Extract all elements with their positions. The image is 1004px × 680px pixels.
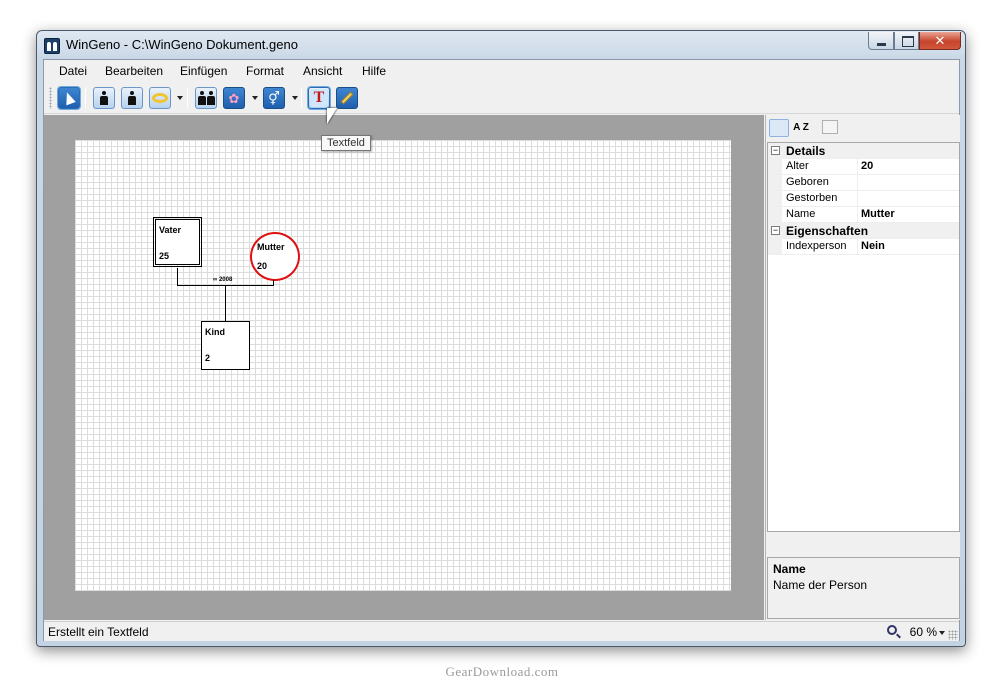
tooltip: Textfeld [321, 135, 371, 151]
marriage-label: ∞ 2008 [213, 277, 233, 283]
textfield-icon[interactable]: T [308, 87, 330, 109]
description-text: Name der Person [773, 578, 868, 592]
property-row-gestorben[interactable]: Gestorben [768, 191, 959, 207]
toolbar-grip[interactable] [49, 87, 52, 109]
child-name: Kind [205, 327, 225, 337]
category-details[interactable]: − Details [768, 143, 959, 159]
father-node[interactable]: Vater 25 [153, 217, 202, 267]
menu-bearbeiten[interactable]: Bearbeiten [105, 64, 163, 78]
property-table: − Details Alter 20 Geboren Gestorben Nam… [767, 142, 960, 532]
description-title: Name [773, 562, 806, 576]
property-grid-toolbar: A Z [766, 115, 960, 141]
zoom-level[interactable]: 60 % [910, 625, 937, 639]
drawing-sheet[interactable]: Vater 25 Mutter 20 ∞ 2008 Kind 2 [75, 140, 731, 591]
child-node[interactable]: Kind 2 [201, 321, 250, 370]
property-row-name[interactable]: Name Mutter [768, 207, 959, 223]
watermark: GearDownload.com [445, 664, 559, 679]
father-name: Vater [159, 225, 182, 235]
father-line [177, 268, 178, 285]
title-bar[interactable]: WinGeno - C:\WinGeno Dokument.geno ✕ [37, 31, 965, 59]
menu-datei[interactable]: Datei [59, 64, 87, 78]
father-age: 25 [159, 251, 170, 261]
mouse-cursor-icon [327, 108, 337, 124]
canvas-area[interactable]: Vater 25 Mutter 20 ∞ 2008 Kind 2 [44, 115, 764, 620]
toolbar-separator [187, 88, 188, 108]
window-title: WinGeno - C:\WinGeno Dokument.geno [66, 37, 298, 52]
mother-name: Mutter [257, 242, 285, 252]
property-description: Name Name der Person [767, 557, 960, 619]
status-bar: Erstellt ein Textfeld 60 % [44, 621, 959, 641]
property-grid: A Z − Details Alter 20 Geboren Gestorben… [765, 115, 960, 620]
property-pages-icon[interactable] [822, 120, 838, 134]
female-person-icon[interactable] [121, 87, 143, 109]
marriage-rings-icon[interactable] [149, 87, 171, 109]
menu-einfuegen[interactable]: Einfügen [180, 64, 227, 78]
app-icon[interactable] [44, 38, 60, 54]
categorized-view-icon[interactable] [769, 119, 789, 137]
app-window: WinGeno - C:\WinGeno Dokument.geno ✕ Dat… [36, 30, 966, 647]
child-dropdown-icon[interactable] [252, 96, 258, 100]
menu-ansicht[interactable]: Ansicht [303, 64, 342, 78]
client-area: Datei Bearbeiten Einfügen Format Ansicht… [43, 59, 960, 641]
property-row-geboren[interactable]: Geboren [768, 175, 959, 191]
minimize-button[interactable] [868, 32, 894, 50]
rings-dropdown-icon[interactable] [177, 96, 183, 100]
child-age: 2 [205, 353, 211, 363]
child-line [225, 285, 226, 322]
menu-hilfe[interactable]: Hilfe [362, 64, 386, 78]
maximize-button[interactable] [894, 32, 919, 50]
gender-dropdown-icon[interactable] [292, 96, 298, 100]
close-button[interactable]: ✕ [919, 32, 961, 50]
toolbar-separator [85, 88, 86, 108]
property-value[interactable]: Nein [861, 240, 885, 252]
toolbar: ✿ ⚥ T [44, 82, 959, 114]
zoom-icon[interactable] [887, 625, 897, 635]
zoom-dropdown-icon[interactable] [939, 631, 945, 635]
pen-icon[interactable] [336, 87, 358, 109]
property-row-indexperson[interactable]: Indexperson Nein [768, 239, 959, 255]
toolbar-separator [301, 88, 302, 108]
resize-grip[interactable] [948, 630, 958, 640]
alphabetical-sort-icon[interactable]: A Z [791, 119, 811, 137]
status-text: Erstellt ein Textfeld [48, 625, 149, 639]
menu-bar: Datei Bearbeiten Einfügen Format Ansicht… [44, 60, 959, 82]
male-person-icon[interactable] [93, 87, 115, 109]
child-stroller-icon[interactable]: ✿ [223, 87, 245, 109]
select-pointer-icon[interactable] [58, 87, 80, 109]
property-row-alter[interactable]: Alter 20 [768, 159, 959, 175]
gender-symbol-icon[interactable]: ⚥ [263, 87, 285, 109]
close-icon: ✕ [934, 33, 946, 48]
collapse-icon[interactable]: − [771, 146, 780, 155]
mother-age: 20 [257, 261, 268, 271]
menu-format[interactable]: Format [246, 64, 284, 78]
property-value[interactable]: Mutter [861, 208, 895, 220]
couple-icon[interactable] [195, 87, 217, 109]
collapse-icon[interactable]: − [771, 226, 780, 235]
category-eigenschaften[interactable]: − Eigenschaften [768, 223, 959, 239]
mother-node[interactable]: Mutter 20 [250, 232, 300, 281]
property-value[interactable]: 20 [861, 160, 873, 172]
